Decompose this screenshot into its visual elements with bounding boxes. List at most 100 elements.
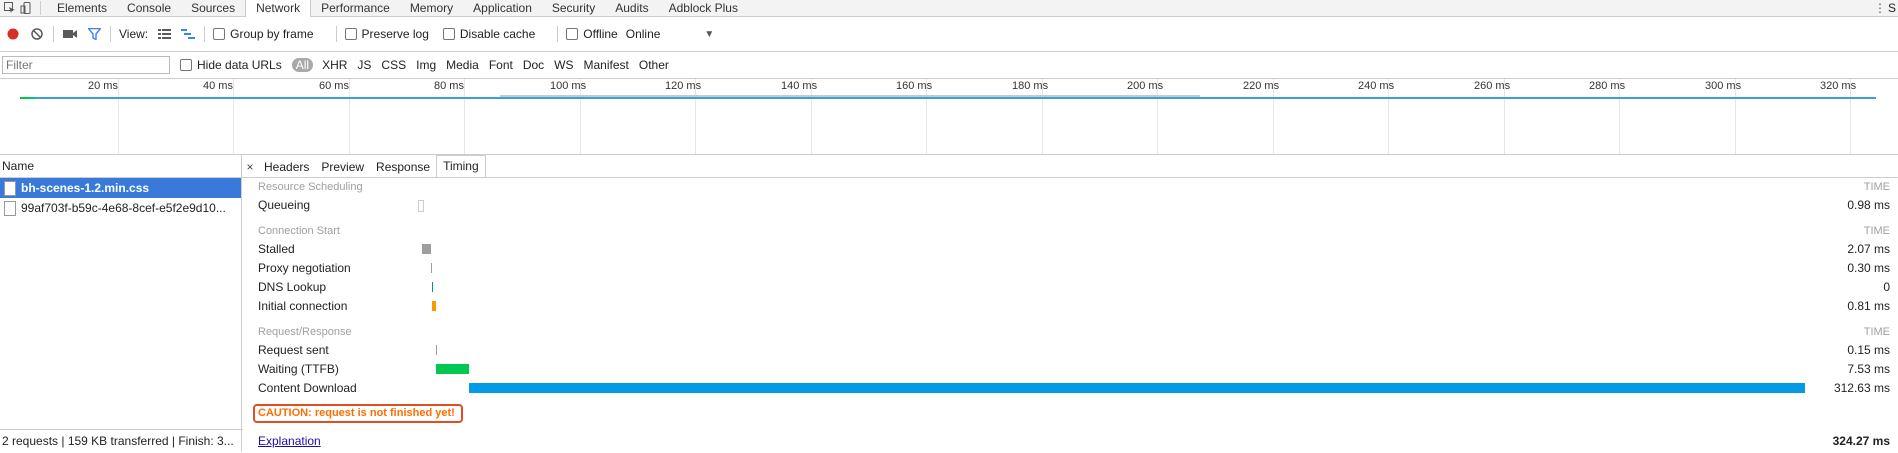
timing-phase-label: Queueing: [258, 198, 311, 212]
request-list: Name bh-scenes-1.2.min.css 99af703f-b59c…: [0, 155, 243, 452]
hide-data-urls-checkbox[interactable]: Hide data URLs: [180, 58, 282, 72]
toolbar-separator: [53, 26, 54, 42]
timeline-gridline: [118, 79, 119, 154]
preserve-log-label: Preserve log: [361, 27, 429, 41]
overview-ttfb-segment: [20, 97, 34, 99]
request-name: 99af703f-b59c-4e68-8cef-e5f2e9d10...: [21, 201, 226, 215]
filter-type-xhr[interactable]: XHR: [317, 58, 352, 72]
filter-type-css[interactable]: CSS: [376, 58, 411, 72]
timeline-tick-label: 220 ms: [1243, 80, 1280, 92]
timing-value: 0: [1883, 280, 1890, 294]
checkbox-box: [566, 28, 579, 40]
total-time: 324.27 ms: [1832, 434, 1890, 448]
detail-tabs: × Headers Preview Response Timing: [242, 155, 1898, 178]
inspect-element-icon[interactable]: [2, 0, 18, 16]
timeline-tick-label: 60 ms: [319, 80, 349, 92]
record-button[interactable]: [5, 26, 21, 42]
timing-time-header: TIME: [1863, 225, 1890, 237]
filter-type-media[interactable]: Media: [441, 58, 484, 72]
tab-network[interactable]: Network: [245, 0, 312, 17]
request-row[interactable]: bh-scenes-1.2.min.css: [0, 178, 241, 198]
tab-adblock-plus[interactable]: Adblock Plus: [659, 0, 748, 16]
checkbox-box: [213, 28, 226, 40]
timing-bar: [432, 301, 436, 311]
tab-response[interactable]: Response: [370, 157, 436, 177]
offline-checkbox[interactable]: Offline: [566, 27, 618, 41]
filter-type-ws[interactable]: WS: [549, 58, 578, 72]
filter-type-other[interactable]: Other: [634, 58, 674, 72]
filter-type-font[interactable]: Font: [484, 58, 518, 72]
caution-message: CAUTION: request is not finished yet!: [253, 404, 463, 423]
tab-performance[interactable]: Performance: [311, 0, 400, 16]
timing-section-title: Request/Response: [258, 326, 352, 338]
preserve-log-checkbox[interactable]: Preserve log: [344, 27, 429, 41]
device-toolbar-icon[interactable]: [18, 0, 34, 16]
timeline-tick-label: 200 ms: [1127, 80, 1164, 92]
filter-funnel-icon[interactable]: [86, 26, 102, 42]
throttle-select[interactable]: Online ▼: [626, 27, 715, 41]
tab-sources[interactable]: Sources: [181, 0, 245, 16]
tab-preview[interactable]: Preview: [315, 157, 370, 177]
timing-value: 0.30 ms: [1847, 261, 1890, 275]
timing-row: Waiting (TTFB) 7.53 ms: [258, 359, 1890, 378]
overflow-tab[interactable]: S: [1888, 1, 1898, 15]
timeline-tick-label: 240 ms: [1358, 80, 1395, 92]
tab-elements[interactable]: Elements: [47, 0, 117, 16]
disable-cache-checkbox[interactable]: Disable cache: [442, 27, 535, 41]
filter-bar: Hide data URLs All XHR JS CSS Img Media …: [0, 52, 1898, 79]
toolbar-separator: [204, 26, 206, 42]
waterfall-overview-icon[interactable]: [180, 26, 196, 42]
timing-value: 312.63 ms: [1833, 381, 1890, 395]
timing-row: Queueing 0.98 ms: [258, 195, 1890, 214]
explanation-link[interactable]: Explanation: [258, 434, 321, 448]
timeline-tick-label: 20 ms: [88, 80, 118, 92]
tab-security[interactable]: Security: [542, 0, 605, 16]
clear-icon[interactable]: [29, 26, 45, 42]
tab-memory[interactable]: Memory: [400, 0, 463, 16]
tabbar-separator: [40, 1, 41, 15]
filter-type-js[interactable]: JS: [352, 58, 376, 72]
timing-time-header: TIME: [1863, 326, 1890, 338]
timing-phase-label: Request sent: [258, 343, 329, 357]
filter-type-manifest[interactable]: Manifest: [579, 58, 634, 72]
timing-bar: [435, 345, 437, 355]
filter-type-img[interactable]: Img: [411, 58, 441, 72]
group-by-frame-checkbox[interactable]: Group by frame: [213, 27, 314, 41]
timing-section-title: Resource Scheduling: [258, 181, 363, 193]
tab-audits[interactable]: Audits: [605, 0, 658, 16]
timeline-overview[interactable]: 20 ms 40 ms 60 ms 80 ms 100 ms 120 ms 140 ms 16…: [0, 79, 1898, 155]
tab-application[interactable]: Application: [463, 0, 542, 16]
tab-console[interactable]: Console: [117, 0, 181, 16]
timing-row: Content Download 312.63 ms: [258, 378, 1890, 397]
request-detail-panel: × Headers Preview Response Timing Resour…: [242, 155, 1898, 453]
timing-phase-label: Stalled: [258, 242, 295, 256]
filter-type-all[interactable]: All: [291, 58, 314, 72]
filter-input[interactable]: [2, 56, 170, 74]
checkbox-box: [442, 28, 455, 40]
timing-row: DNS Lookup 0: [258, 277, 1890, 296]
timing-row: Stalled 2.07 ms: [258, 239, 1890, 258]
request-row[interactable]: 99af703f-b59c-4e68-8cef-e5f2e9d10...: [0, 198, 241, 218]
more-options-icon[interactable]: ⋮: [1872, 0, 1888, 16]
timing-bar: [468, 383, 1805, 393]
screenshot-camera-icon[interactable]: [62, 26, 78, 42]
timing-value: 0.81 ms: [1847, 299, 1890, 313]
tab-headers[interactable]: Headers: [258, 157, 315, 177]
timing-section-title: Connection Start: [258, 225, 340, 237]
name-column-header[interactable]: Name: [0, 155, 241, 178]
checkbox-box: [180, 59, 192, 71]
timing-value: 2.07 ms: [1847, 242, 1890, 256]
offline-label: Offline: [583, 27, 618, 41]
timeline-tick-label: 160 ms: [896, 80, 933, 92]
timing-bar: [436, 364, 469, 374]
devtools-tabbar: Elements Console Sources Network Perform…: [0, 0, 1898, 17]
close-icon[interactable]: ×: [242, 157, 258, 177]
hide-data-urls-label: Hide data URLs: [197, 58, 282, 72]
timeline-gridline: [349, 79, 350, 154]
tab-timing[interactable]: Timing: [436, 155, 486, 177]
large-rows-icon[interactable]: [156, 26, 172, 42]
file-icon: [4, 200, 16, 216]
timing-bar: [431, 263, 433, 273]
filter-type-doc[interactable]: Doc: [518, 58, 549, 72]
timing-value: 0.98 ms: [1847, 198, 1890, 212]
